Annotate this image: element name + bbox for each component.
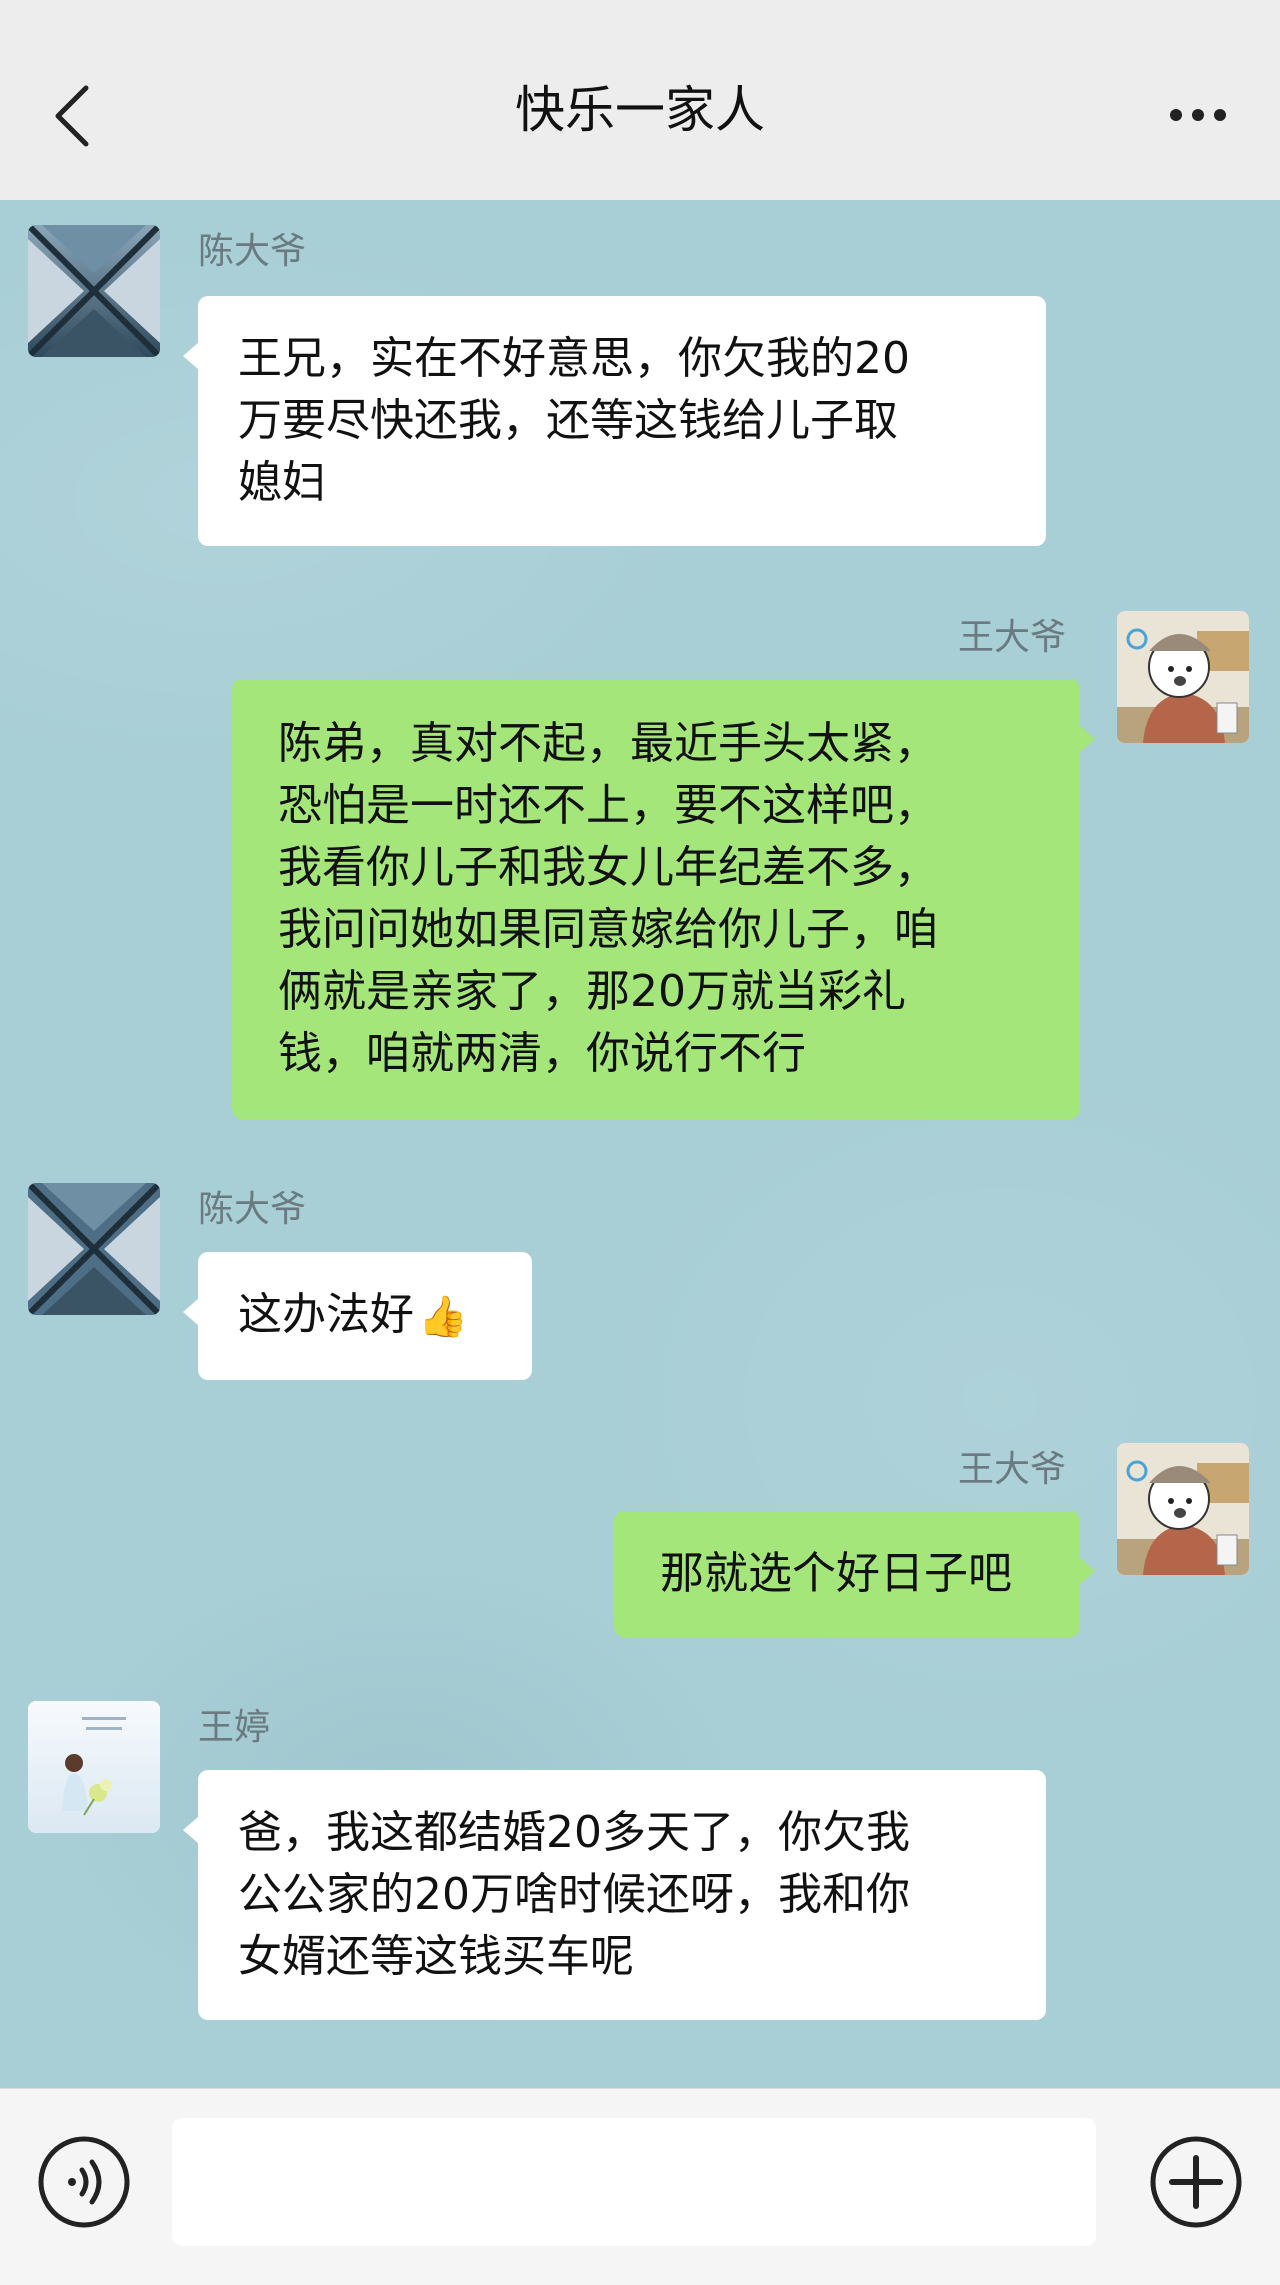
- message-text: 万要尽快还我，还等这钱给儿子取: [238, 395, 898, 446]
- message-text: 我问问她如果同意嫁给你儿子，咱: [278, 904, 938, 955]
- chevron-left-icon[interactable]: [50, 84, 94, 148]
- message-bubble[interactable]: 这办法好 👍: [183, 1252, 532, 1380]
- message-bubble[interactable]: 爸，我这都结婚20多天了，你欠我 公公家的20万啥时候还呀，我和你 女婿还等这钱…: [183, 1770, 1046, 2020]
- message-bubble[interactable]: 那就选个好日子吧: [614, 1511, 1095, 1637]
- message-bubble[interactable]: 王兄，实在不好意思，你欠我的20 万要尽快还我，还等这钱给儿子取 媳妇: [183, 296, 1046, 546]
- avatar[interactable]: [28, 1701, 160, 1833]
- message-text: 女婿还等这钱买车呢: [238, 1931, 634, 1982]
- x-pattern-avatar-icon: [28, 1183, 160, 1315]
- message-text: 陈弟，真对不起，最近手头太紧，: [278, 718, 938, 769]
- plus-icon[interactable]: [1148, 2134, 1244, 2230]
- sender-name: 王大爷: [957, 617, 1066, 658]
- header-bar: 快乐一家人: [0, 0, 1280, 201]
- sender-name: 陈大爷: [198, 1189, 307, 1230]
- message-text: 这办法好 👍: [238, 1284, 502, 1348]
- message-text: 王兄，实在不好意思，你欠我的20: [238, 333, 910, 384]
- thumbs-up-icon: 👍: [418, 1294, 468, 1340]
- cartoon-avatar-icon: [1117, 1443, 1249, 1575]
- avatar[interactable]: [28, 225, 160, 357]
- message-input[interactable]: [172, 2118, 1096, 2246]
- cartoon-avatar-icon: [1117, 611, 1249, 743]
- message-text: 公公家的20万啥时候还呀，我和你: [238, 1869, 910, 1920]
- bubble-tail: [183, 342, 199, 370]
- bubble-tail: [183, 1298, 199, 1326]
- bubble-tail: [183, 1816, 199, 1844]
- voice-icon[interactable]: [36, 2134, 132, 2230]
- avatar[interactable]: [28, 1183, 160, 1315]
- message-bubble[interactable]: 陈弟，真对不起，最近手头太紧， 恐怕是一时还不上，要不这样吧， 我看你儿子和我女…: [232, 679, 1095, 1119]
- chat-title: 快乐一家人: [515, 81, 765, 139]
- sender-name: 王大爷: [957, 1449, 1066, 1490]
- message-text: 爸，我这都结婚20多天了，你欠我: [238, 1807, 910, 1858]
- message-text: 我看你儿子和我女儿年纪差不多，: [278, 842, 938, 893]
- bubble-tail: [1079, 1557, 1095, 1585]
- bubble-tail: [1079, 725, 1095, 753]
- message-text-content: 这办法好: [238, 1289, 414, 1340]
- more-dots-icon[interactable]: [1168, 101, 1228, 129]
- message-text: 恐怕是一时还不上，要不这样吧，: [278, 780, 938, 831]
- message-text: 钱，咱就两清，你说行不行: [278, 1028, 806, 1079]
- message-text: 那就选个好日子吧: [660, 1548, 1012, 1599]
- avatar[interactable]: [1117, 1443, 1249, 1575]
- x-pattern-avatar-icon: [28, 225, 160, 357]
- chat-area[interactable]: 陈大爷 王兄，实在不好意思，你欠我的20 万要尽快还我，还等这钱给儿子取 媳妇 …: [0, 200, 1280, 2088]
- sender-name: 陈大爷: [198, 231, 307, 272]
- message-text: 俩就是亲家了，那20万就当彩礼: [278, 966, 906, 1017]
- girl-flowers-avatar-icon: [28, 1701, 160, 1833]
- message-text: 媳妇: [238, 457, 326, 508]
- composer-bar: [0, 2088, 1280, 2285]
- sender-name: 王婷: [198, 1707, 271, 1748]
- avatar[interactable]: [1117, 611, 1249, 743]
